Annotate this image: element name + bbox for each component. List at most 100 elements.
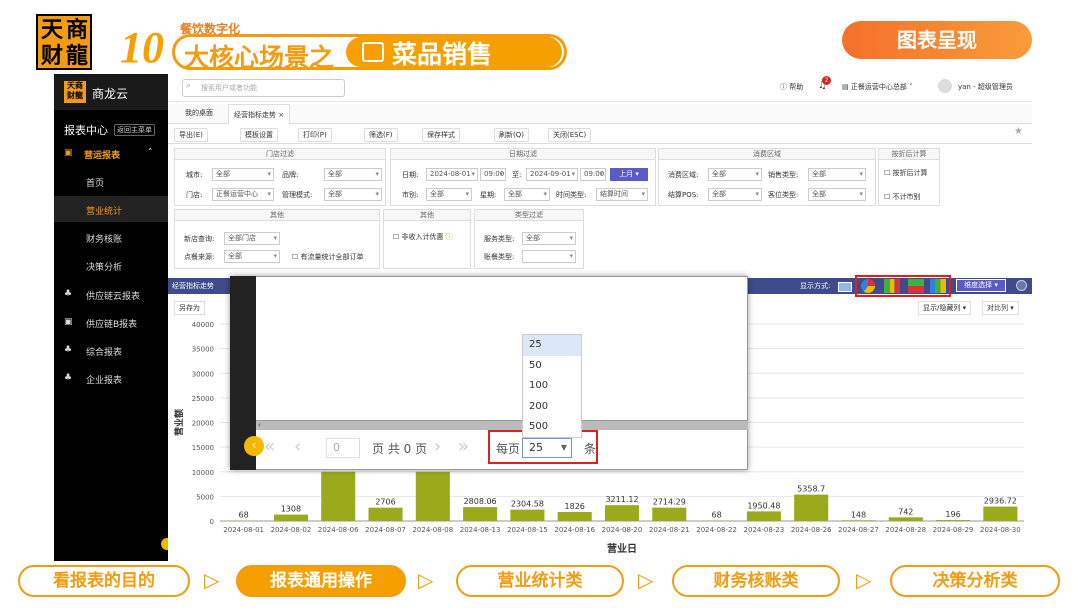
back-to-main-menu-button[interactable]: 返回主菜单 xyxy=(114,124,155,136)
nav-decision[interactable]: 决策分析类 xyxy=(890,565,1060,597)
non-income-checkbox[interactable]: ☐ 非收入计优惠 ⓘ xyxy=(393,232,453,242)
combo-chart-icon[interactable] xyxy=(930,279,946,293)
close-button[interactable]: 关闭(ESC) xyxy=(548,128,592,142)
chart-bar xyxy=(888,517,923,521)
service-type-select[interactable]: 全部 xyxy=(522,232,576,245)
filter-button[interactable]: 筛选(F) xyxy=(364,128,398,142)
search-icon: ⌕ xyxy=(186,81,192,91)
next-page-icon[interactable]: › xyxy=(434,436,441,457)
user-name[interactable]: yan - 超级管理员 xyxy=(958,82,1013,92)
sidebar-item-home[interactable]: 首页 xyxy=(86,176,104,189)
timetype-select[interactable]: 结算时间 xyxy=(596,188,648,201)
dimension-select-button[interactable]: 维度选择 ▾ xyxy=(956,279,1006,292)
per-page-value: 25 xyxy=(529,441,543,454)
market-select[interactable]: 全部 xyxy=(426,188,472,201)
newstore-select[interactable]: 全部门店 xyxy=(224,232,280,245)
save-style-button[interactable]: 保存样式 xyxy=(422,128,460,142)
fold-calc-checkbox[interactable]: ☐ 按折后计算 xyxy=(884,168,936,178)
option-200[interactable]: 200 xyxy=(523,397,581,418)
timetype-label: 时间类型: xyxy=(556,191,587,199)
settings-icon[interactable] xyxy=(1016,280,1027,291)
display-mode-label: 显示方式: xyxy=(800,282,831,290)
chart-bar xyxy=(936,520,971,521)
sidebar-item-composite[interactable]: 综合报表 xyxy=(86,345,122,358)
pie-chart-icon[interactable] xyxy=(861,279,875,293)
source-select[interactable]: 全部 xyxy=(224,250,280,263)
nav-common-ops[interactable]: 报表通用操作 xyxy=(236,565,406,597)
bar-chart-icon[interactable] xyxy=(884,279,900,293)
table-view-icon[interactable] xyxy=(838,282,852,292)
x-tick-label: 2024-08-29 xyxy=(933,526,974,534)
option-25[interactable]: 25 xyxy=(523,335,581,356)
scroll-left-icon[interactable]: ‹ xyxy=(258,421,261,429)
pos-select[interactable]: 全部 xyxy=(708,188,762,201)
x-tick-label: 2024-08-27 xyxy=(838,526,879,534)
city-select[interactable]: 全部 xyxy=(212,168,274,181)
app-logo: 天商 财龍 xyxy=(64,81,86,103)
nav-purpose[interactable]: 看报表的目的 xyxy=(18,565,190,597)
star-icon[interactable]: ★ xyxy=(1014,126,1023,137)
non-income-label: 非收入计优惠 xyxy=(401,233,444,241)
per-page-select[interactable]: 25 ▼ xyxy=(522,438,572,458)
week-select[interactable]: 全部 xyxy=(504,188,550,201)
close-icon[interactable]: × xyxy=(278,111,284,119)
time-to-input[interactable]: 09:00 xyxy=(580,168,606,181)
export-button[interactable]: 导出(E) xyxy=(174,128,208,142)
network-icon: ♣ xyxy=(64,345,73,355)
brand-select[interactable]: 全部 xyxy=(324,168,382,181)
store-select[interactable]: 正餐运营中心 xyxy=(212,188,274,201)
panel-title: 经营指标走势 xyxy=(172,282,214,290)
bill-type-select[interactable] xyxy=(522,250,576,263)
no-market-checkbox[interactable]: ☐ 不计市别 xyxy=(884,192,936,202)
x-tick-label: 2024-08-26 xyxy=(791,526,832,534)
search-input[interactable]: 搜索用户或者功能 xyxy=(182,79,345,97)
flow-checkbox[interactable]: ☐ 有流量统计全部订单 xyxy=(292,252,364,262)
refresh-button[interactable]: 刷新(Q) xyxy=(494,128,529,142)
sales-type-label: 销售类型: xyxy=(768,171,799,179)
sidebar-item-supply-cloud[interactable]: 供应链云报表 xyxy=(86,289,140,302)
sidebar-item-enterprise[interactable]: 企业报表 xyxy=(86,373,122,386)
mgmt-select[interactable]: 全部 xyxy=(324,188,382,201)
week-label: 星期: xyxy=(480,191,497,199)
avatar[interactable] xyxy=(938,79,952,93)
time-from-input[interactable]: 09:00 xyxy=(480,168,506,181)
area-select[interactable]: 全部 xyxy=(708,168,762,181)
last-page-icon[interactable]: » xyxy=(458,436,469,457)
sidebar-item-supply-b[interactable]: 供应链B报表 xyxy=(86,317,137,330)
tab-desktop[interactable]: 我的桌面 xyxy=(185,108,213,118)
network-icon: ♣ xyxy=(64,373,73,383)
sidebar-item-sales-stats[interactable]: 营业统计 xyxy=(86,204,122,217)
chart-bar xyxy=(368,507,403,521)
sidebar-item-decision[interactable]: 决策分析 xyxy=(86,260,122,273)
tab-kpi-trend[interactable]: 经营指标走势 × xyxy=(228,104,291,124)
seat-type-label: 客位类型: xyxy=(768,191,799,199)
org-selector[interactable]: ▤ 正餐运营中心总部 ˅ xyxy=(842,82,913,92)
chart-bar xyxy=(557,512,592,521)
prev-page-icon[interactable]: ‹ xyxy=(294,436,301,457)
prev-arrow-icon[interactable]: ‹ xyxy=(244,436,264,456)
sidebar-item-finance[interactable]: 财务核账 xyxy=(86,232,122,245)
option-50[interactable]: 50 xyxy=(523,356,581,377)
bill-type-label: 账餐类型: xyxy=(484,253,515,261)
y-axis-label: 营业额 xyxy=(173,409,185,436)
option-100[interactable]: 100 xyxy=(523,376,581,397)
chart-display-button[interactable]: 图表呈现 xyxy=(842,21,1032,59)
nav-finance[interactable]: 财务核账类 xyxy=(672,565,840,597)
sidebar-item-ops-report[interactable]: 营运报表 xyxy=(84,148,120,161)
horizontal-scrollbar[interactable] xyxy=(256,420,748,430)
last-month-button[interactable]: 上月 ▾ xyxy=(610,168,648,181)
seat-type-select[interactable]: 全部 xyxy=(808,188,866,201)
first-page-icon[interactable]: « xyxy=(264,436,275,457)
date-to-input[interactable]: 2024-09-01 xyxy=(526,168,578,181)
print-button[interactable]: 打印(P) xyxy=(298,128,332,142)
nav-sales-stats[interactable]: 营业统计类 xyxy=(456,565,624,597)
page-number-input[interactable]: 0 xyxy=(326,438,360,458)
help-link[interactable]: ⓘ 帮助 xyxy=(780,82,803,92)
template-settings-button[interactable]: 模板设置 xyxy=(240,128,278,142)
sales-type-select[interactable]: 全部 xyxy=(808,168,866,181)
chart-bar xyxy=(415,471,450,521)
option-500[interactable]: 500 xyxy=(523,417,581,438)
logo-char: 商 xyxy=(66,17,89,43)
date-from-input[interactable]: 2024-08-01 xyxy=(426,168,478,181)
stacked-chart-icon[interactable] xyxy=(908,279,924,293)
